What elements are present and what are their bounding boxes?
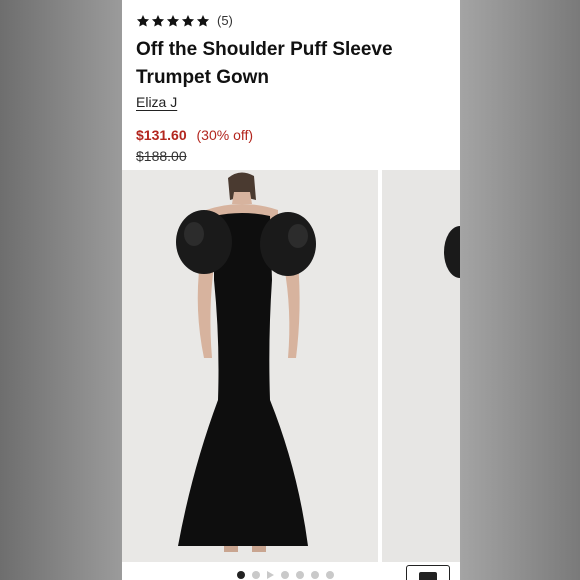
price-row: $131.60 (30% off) xyxy=(136,127,253,143)
discount-percent: (30% off) xyxy=(196,127,254,143)
review-count[interactable]: (5) xyxy=(217,13,233,28)
gown-photo xyxy=(122,170,378,562)
blurred-backdrop-left xyxy=(0,0,122,580)
sale-price: $131.60 xyxy=(136,127,187,143)
add-to-bag-button[interactable] xyxy=(406,565,450,580)
product-image-main[interactable] xyxy=(122,170,378,562)
star-icon xyxy=(136,14,150,27)
star-icon xyxy=(181,14,195,27)
product-title: Off the Shoulder Puff Sleeve Trumpet Gow… xyxy=(136,39,393,88)
rating-row[interactable]: (5) xyxy=(136,13,233,28)
carousel-indicator xyxy=(237,571,334,579)
star-rating xyxy=(136,14,210,28)
carousel-dot[interactable] xyxy=(252,571,260,579)
bag-icon xyxy=(419,572,437,580)
gown-photo-back xyxy=(382,170,460,562)
carousel-dot[interactable] xyxy=(281,571,289,579)
star-icon xyxy=(196,14,210,27)
carousel-dot[interactable] xyxy=(326,571,334,579)
product-image-next[interactable] xyxy=(382,170,460,562)
play-icon[interactable] xyxy=(267,571,274,579)
product-page: (5) Off the Shoulder Puff Sleeve Trumpet… xyxy=(122,0,460,580)
star-icon xyxy=(166,14,180,27)
blurred-backdrop-right xyxy=(460,0,580,580)
original-price: $188.00 xyxy=(136,148,187,164)
carousel-dot[interactable] xyxy=(311,571,319,579)
carousel-dot[interactable] xyxy=(237,571,245,579)
brand-link[interactable]: Eliza J xyxy=(136,94,177,110)
star-icon xyxy=(151,14,165,27)
image-carousel[interactable] xyxy=(122,170,460,562)
carousel-dot[interactable] xyxy=(296,571,304,579)
